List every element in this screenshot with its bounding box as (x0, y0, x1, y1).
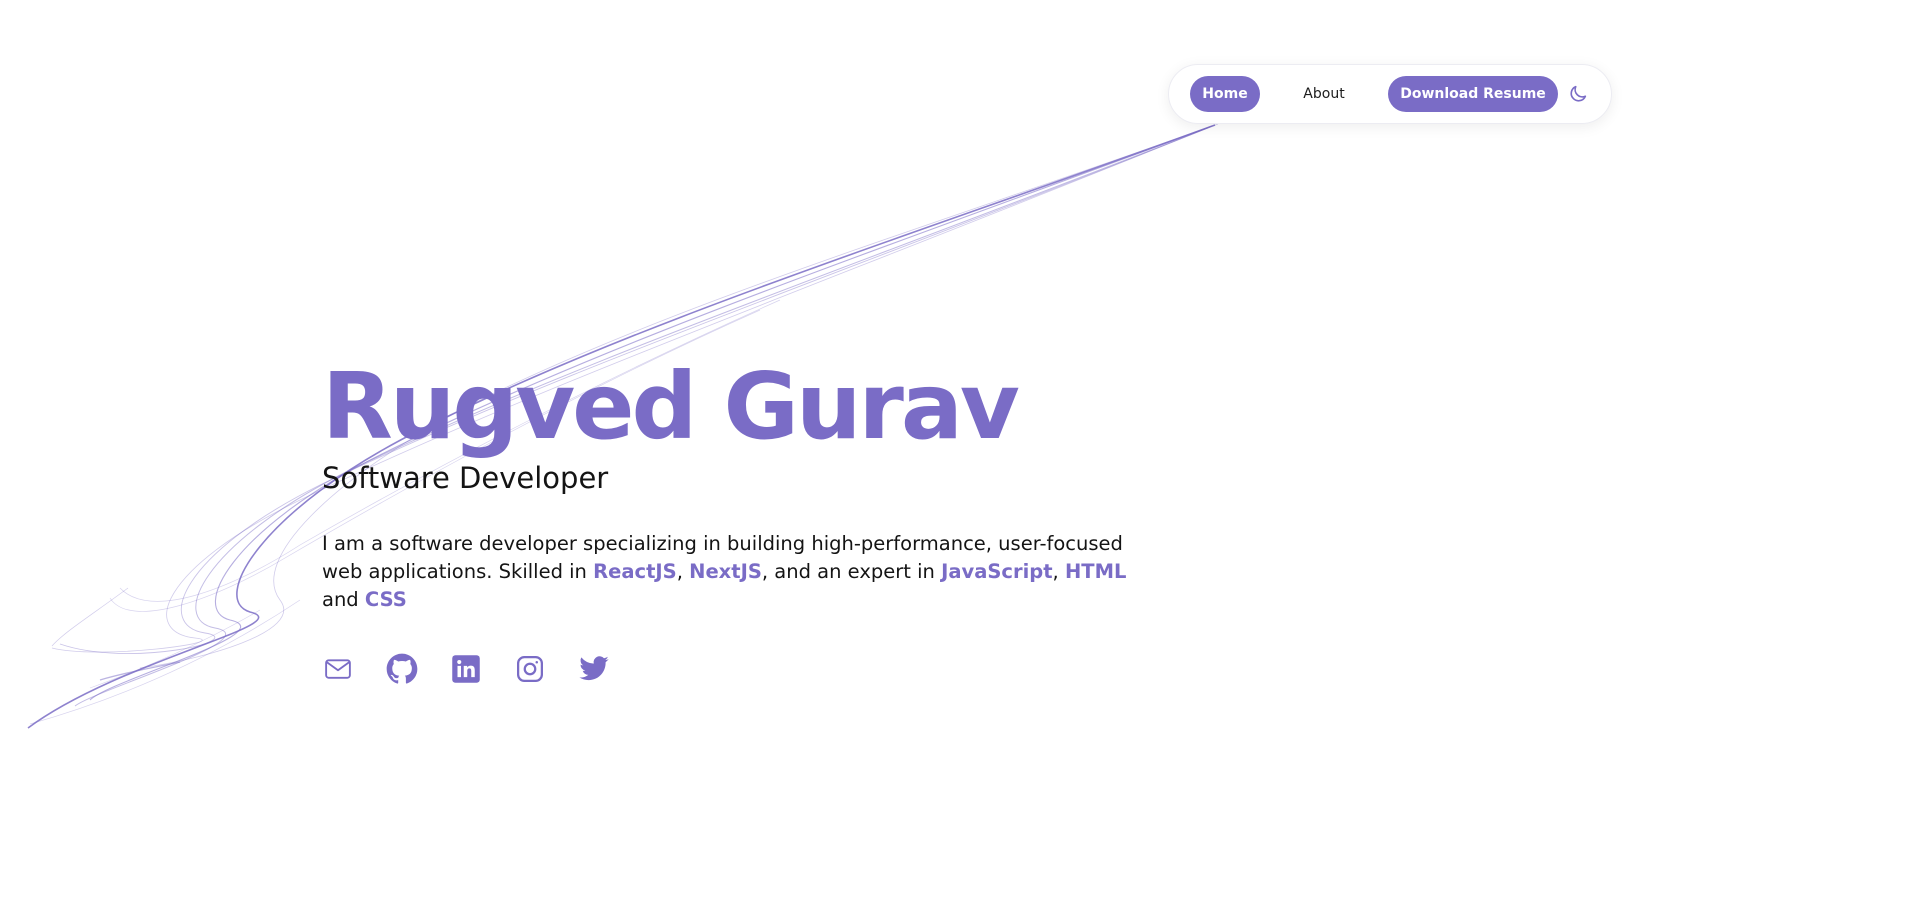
separator: , (1052, 560, 1065, 583)
page: Home About Download Resume Rugved Gurav … (0, 0, 1920, 911)
twitter-icon (579, 656, 609, 681)
hero-name: Rugved Gurav (322, 353, 1020, 460)
intro-text: , and an expert in (761, 560, 942, 583)
mail-icon (325, 659, 351, 679)
separator: and (322, 588, 365, 611)
skill-css: CSS (364, 588, 407, 611)
instagram-icon (517, 656, 543, 682)
theme-toggle-button[interactable] (1560, 76, 1596, 112)
github-link[interactable] (385, 652, 419, 686)
email-link[interactable] (321, 652, 355, 686)
separator: , (676, 560, 690, 583)
navbar: Home About Download Resume (1168, 64, 1612, 124)
github-icon (386, 653, 418, 684)
linkedin-icon (452, 655, 480, 683)
social-links (322, 652, 1142, 686)
nav-about-link[interactable]: About (1260, 76, 1388, 112)
instagram-link[interactable] (513, 652, 547, 686)
hero-section: Rugved Gurav Software Developer I am a s… (322, 352, 1142, 686)
download-resume-button[interactable]: Download Resume (1388, 76, 1558, 112)
linkedin-link[interactable] (449, 652, 483, 686)
nav-home-button[interactable]: Home (1190, 76, 1260, 112)
skill-html: HTML (1064, 560, 1127, 583)
moon-icon (1570, 85, 1587, 102)
skill-reactjs: ReactJS (593, 560, 677, 583)
skill-javascript: JavaScript (941, 560, 1053, 583)
hero-role: Software Developer (322, 461, 609, 495)
hero-description: I am a software developer specializing i… (322, 530, 1142, 614)
twitter-link[interactable] (577, 652, 611, 686)
skill-nextjs: NextJS (689, 560, 762, 583)
